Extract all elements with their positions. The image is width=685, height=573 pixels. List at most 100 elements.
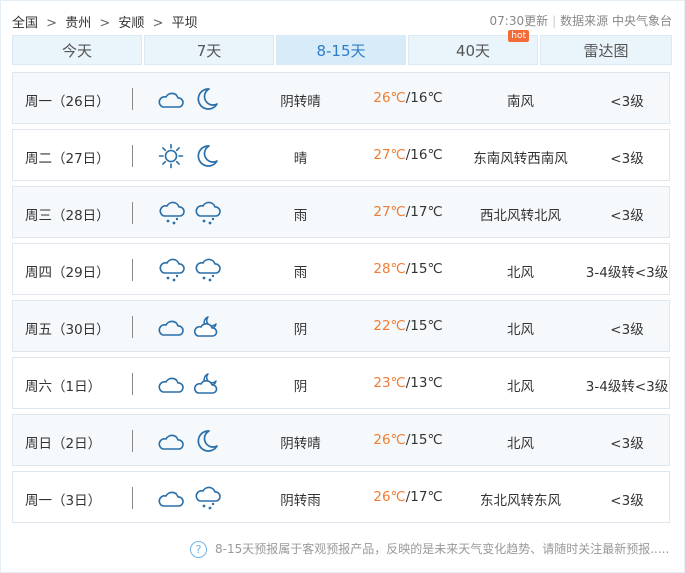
wind-level: <3级 [610,493,644,509]
footer-note: ? 8-15天预报属于客观预报产品，反映的是未来天气变化趋势、请随时关注最新预报.… [190,540,669,558]
day-date: 周二（27日） [25,151,110,167]
tab-8-15-days[interactable]: 8-15天 [276,35,406,65]
temperature: 26℃/17℃ [358,489,458,505]
wind-level: <3级 [610,322,644,338]
temperature: 23℃/13℃ [358,375,458,391]
temp-low: /16℃ [405,147,443,163]
weather-desc: 晴 [293,151,308,167]
tab-today[interactable]: 今天 [12,35,142,65]
data-source: 数据来源 中央气象台 [560,14,672,28]
row-divider [132,88,133,110]
row-divider [132,487,133,509]
forecast-row: 周一（26日） 阴转晴 26℃/16℃ 南风 <3级 [12,72,670,124]
weather-icons [158,371,228,397]
wind-direction: 北风 [507,322,534,338]
cloudy-icon [158,320,184,336]
forecast-row: 周六（1日） 阴 23℃/13℃ 北风 3-4级转<3级 [12,357,670,409]
tab-40-days[interactable]: 40天 hot [408,30,538,65]
wind-level: 3-4级转<3级 [585,265,669,281]
temp-high: 26℃ [373,432,406,448]
weather-icons [158,143,228,169]
day-date: 周三（28日） [25,208,110,224]
weather-icons [158,428,228,454]
temp-high: 27℃ [373,147,406,163]
temperature: 22℃/15℃ [358,318,458,334]
temp-low: /16℃ [405,90,443,106]
forecast-row: 周三（28日） 雨 27℃/17℃ 西北风转北风 <3级 [12,186,670,238]
wind-level: <3级 [610,151,644,167]
cloudy-icon [158,434,184,450]
tab-radar[interactable]: 雷达图 [540,35,672,65]
rain-icon [195,201,221,225]
weather-desc: 雨 [293,208,308,224]
row-divider [132,145,133,167]
hot-badge: hot [508,30,529,42]
wind-direction: 东南风转西南风 [473,151,568,167]
forecast-row: 周四（29日） 雨 28℃/15℃ 北风 3-4级转<3级 [12,243,670,295]
breadcrumb-province[interactable]: 贵州 [65,12,91,31]
day-date: 周四（29日） [25,265,110,281]
wind-direction: 东北风转东风 [480,493,561,509]
day-date: 周日（2日） [25,436,102,452]
weather-desc: 阴转雨 [280,493,321,509]
breadcrumb-country[interactable]: 全国 [12,12,38,31]
breadcrumb-separator: > [99,16,111,31]
breadcrumb-city[interactable]: 安顺 [118,12,144,31]
moon-icon [197,430,218,452]
tab-7-days[interactable]: 7天 [144,35,274,65]
wind-direction: 北风 [507,265,534,281]
wind-direction: 北风 [507,436,534,452]
wind-direction: 南风 [507,94,534,110]
rain-icon [195,486,221,510]
temp-low: /17℃ [405,489,443,505]
temp-low: /15℃ [405,432,443,448]
cloudy-icon [158,491,184,507]
wind-direction: 西北风转北风 [480,208,561,224]
cloudy-icon [158,92,184,108]
temp-high: 28℃ [373,261,406,277]
temp-low: /15℃ [405,261,443,277]
row-divider [132,430,133,452]
breadcrumb-separator: > [46,16,58,31]
weather-desc: 阴 [293,379,308,395]
breadcrumb-separator: > [152,16,164,31]
row-divider [132,316,133,338]
cloudy-night-icon [194,316,218,337]
day-date: 周一（26日） [25,94,110,110]
row-divider [132,202,133,224]
day-date: 周一（3日） [25,493,102,509]
day-date: 周五（30日） [25,322,110,338]
question-icon[interactable]: ? [190,541,207,558]
weather-icons [158,200,228,226]
rain-icon [159,201,185,225]
breadcrumb-county: 平坝 [171,16,198,31]
forecast-row: 周五（30日） 阴 22℃/15℃ 北风 <3级 [12,300,670,352]
temp-low: /13℃ [405,375,443,391]
weather-desc: 阴 [293,322,308,338]
wind-level: <3级 [610,208,644,224]
tab-40-days-label: 40天 [455,42,491,60]
weather-icons [158,485,228,511]
wind-level: <3级 [610,94,644,110]
breadcrumb: 全国 > 贵州 > 安顺 > 平坝 [12,12,198,31]
row-divider [132,259,133,281]
temp-low: /15℃ [405,318,443,334]
weather-icons [158,257,228,283]
temp-high: 27℃ [373,204,406,220]
sun-icon [158,143,184,169]
temp-high: 22℃ [373,318,406,334]
update-time: 07:30更新 [489,14,549,28]
cloudy-icon [158,377,184,393]
forecast-row: 周日（2日） 阴转晴 26℃/15℃ 北风 <3级 [12,414,670,466]
rain-icon [195,258,221,282]
weather-desc: 雨 [293,265,308,281]
weather-icons [158,314,228,340]
forecast-row: 周一（3日） 阴转雨 26℃/17℃ 东北风转东风 <3级 [12,471,670,523]
temperature: 28℃/15℃ [358,261,458,277]
day-date: 周六（1日） [25,379,102,395]
wind-level: 3-4级转<3级 [585,379,669,395]
rain-icon [159,258,185,282]
top-bar: 全国 > 贵州 > 安顺 > 平坝 07:30更新 | 数据来源 中央气象台 [12,10,672,32]
update-meta: 07:30更新 | 数据来源 中央气象台 [489,14,672,28]
temperature: 26℃/16℃ [358,90,458,106]
